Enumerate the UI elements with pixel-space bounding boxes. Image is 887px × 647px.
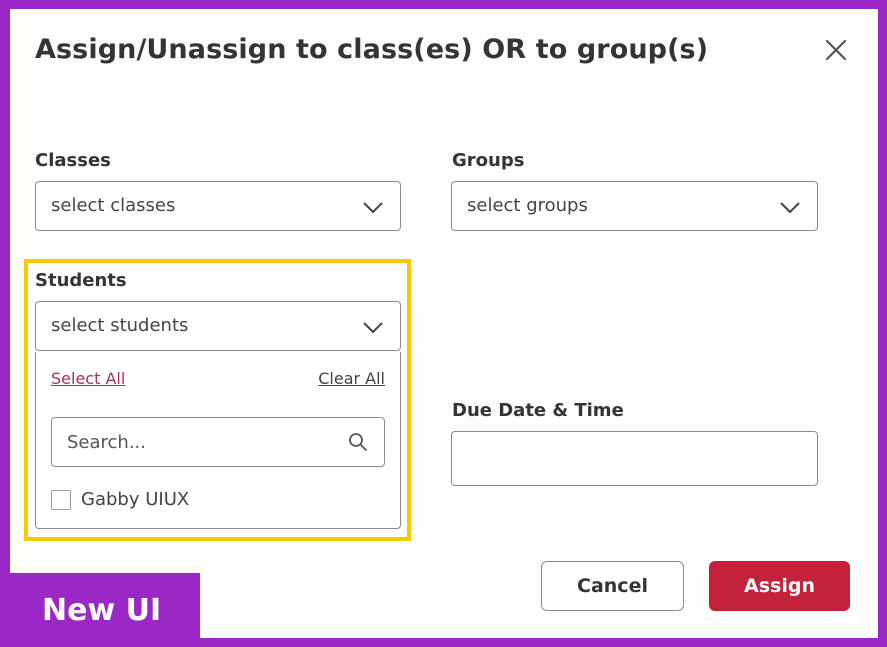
- search-icon: [349, 433, 367, 451]
- dialog-title: Assign/Unassign to class(es) OR to group…: [35, 34, 709, 65]
- classes-label: Classes: [35, 150, 111, 171]
- students-dropdown-panel: Select All Clear All Search... Gabby UIU…: [35, 352, 401, 529]
- due-date-label: Due Date & Time: [452, 400, 624, 421]
- new-ui-badge-text: New UI: [42, 593, 162, 628]
- assign-dialog: Assign/Unassign to class(es) OR to group…: [10, 9, 878, 638]
- student-search-input[interactable]: Search...: [51, 417, 385, 467]
- clear-all-link[interactable]: Clear All: [318, 369, 385, 388]
- classes-placeholder: select classes: [51, 195, 176, 216]
- student-name: Gabby UIUX: [81, 489, 190, 510]
- close-icon[interactable]: [823, 37, 849, 63]
- students-label: Students: [35, 270, 127, 291]
- chevron-down-icon: [363, 202, 383, 214]
- search-placeholder: Search...: [67, 432, 147, 453]
- students-select[interactable]: select students: [35, 301, 401, 351]
- groups-select[interactable]: select groups: [451, 181, 818, 231]
- chevron-down-icon: [363, 322, 383, 334]
- chevron-down-icon: [780, 202, 800, 214]
- due-date-input[interactable]: [451, 431, 818, 486]
- groups-label: Groups: [452, 150, 525, 171]
- cancel-button[interactable]: Cancel: [541, 561, 684, 611]
- assign-button[interactable]: Assign: [709, 561, 850, 611]
- classes-select[interactable]: select classes: [35, 181, 401, 231]
- student-checkbox[interactable]: [51, 490, 71, 510]
- students-placeholder: select students: [51, 315, 189, 336]
- select-all-link[interactable]: Select All: [51, 369, 125, 388]
- new-ui-badge: New UI: [0, 573, 200, 647]
- groups-placeholder: select groups: [467, 195, 588, 216]
